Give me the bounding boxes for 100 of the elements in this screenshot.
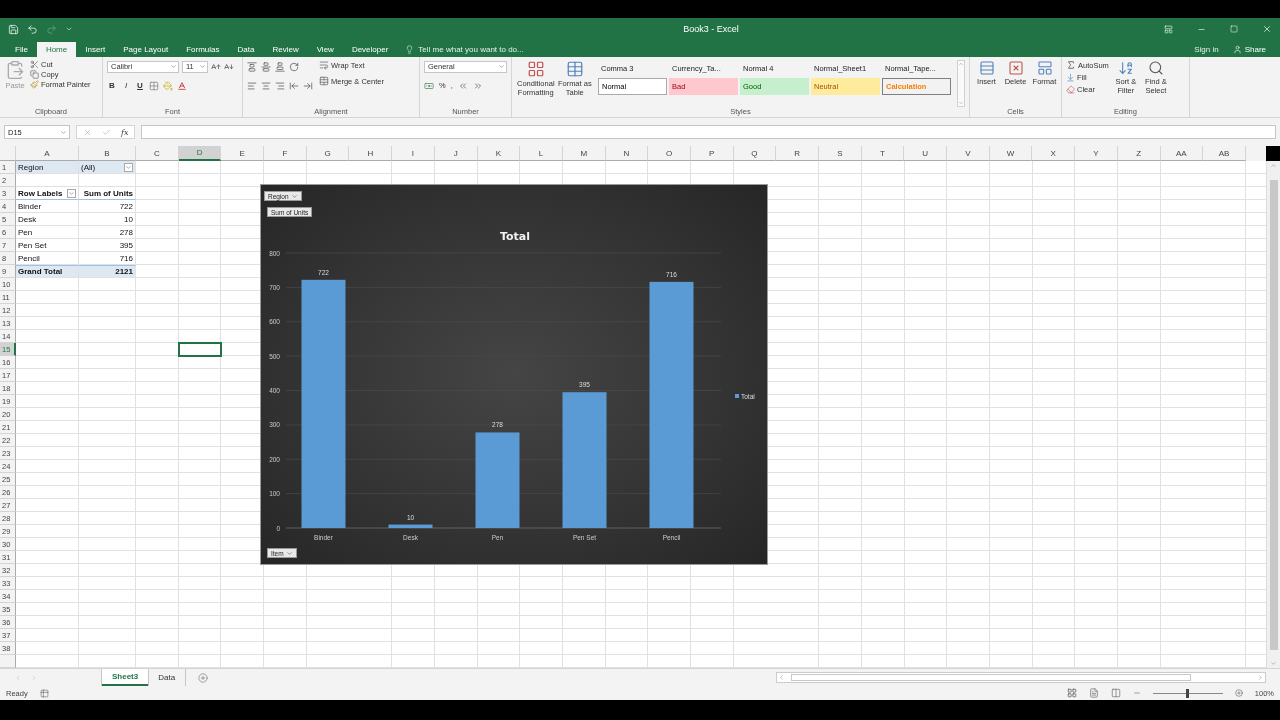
normal-view-icon[interactable] xyxy=(1066,688,1077,698)
scissors-icon xyxy=(30,60,39,69)
font-color-icon[interactable] xyxy=(177,80,187,91)
page-break-icon[interactable] xyxy=(1110,688,1121,698)
customize-icon[interactable] xyxy=(65,25,73,33)
ribbon-options-icon[interactable] xyxy=(1164,24,1173,34)
column-header[interactable]: D xyxy=(178,146,222,161)
scroll-up-icon[interactable] xyxy=(1270,162,1277,169)
close-icon[interactable] xyxy=(1262,24,1272,34)
ribbon-tab[interactable]: Review xyxy=(263,42,308,57)
table-cell: 278 xyxy=(79,226,136,239)
ribbon-tab[interactable]: Page Layout xyxy=(114,42,178,57)
horizontal-scrollbar[interactable] xyxy=(776,672,1266,683)
italic-button[interactable]: I xyxy=(121,81,131,90)
align-center-icon[interactable] xyxy=(261,80,271,91)
undo-icon[interactable] xyxy=(27,23,38,35)
row-header[interactable] xyxy=(0,655,16,668)
table-cell: Sum of Units xyxy=(79,187,136,200)
chart-bar[interactable] xyxy=(301,279,346,528)
chart-bar[interactable] xyxy=(562,392,607,528)
decrease-indent-icon[interactable] xyxy=(289,80,299,91)
scroll-left-icon xyxy=(778,674,785,681)
format-cells-icon xyxy=(1036,60,1053,76)
increase-decimal-icon[interactable] xyxy=(457,80,468,91)
underline-button[interactable]: U xyxy=(135,81,145,90)
bold-button[interactable]: B xyxy=(107,81,117,90)
caret-icon xyxy=(125,163,132,171)
cell-text: (All) xyxy=(81,162,96,172)
sheet-tab[interactable]: Sheet3 xyxy=(102,669,149,686)
paintbrush-icon xyxy=(30,80,39,89)
conditional-format-icon xyxy=(526,60,545,78)
clipboard-icon xyxy=(5,60,25,80)
ribbon-tab[interactable]: Insert xyxy=(76,42,115,57)
more-styles-icon xyxy=(957,100,964,106)
redo-icon[interactable] xyxy=(46,23,57,35)
align-right-icon[interactable] xyxy=(275,80,285,91)
sort-icon xyxy=(1117,60,1134,76)
maximize-icon[interactable] xyxy=(1230,25,1238,33)
scroll-down-icon[interactable] xyxy=(1270,660,1277,667)
align-left-icon[interactable] xyxy=(247,80,257,91)
share-button[interactable]: Share xyxy=(1228,42,1280,57)
borders-icon[interactable] xyxy=(149,80,159,91)
ribbon-tab[interactable]: Developer xyxy=(342,42,398,57)
user-icon xyxy=(1232,45,1242,54)
shrink-font-icon[interactable] xyxy=(224,61,234,72)
enter-icon[interactable] xyxy=(102,127,111,137)
ribbon-tab[interactable]: View xyxy=(307,42,343,57)
fill-color-icon[interactable] xyxy=(163,80,173,91)
caret-icon xyxy=(290,192,298,200)
caret-icon xyxy=(68,189,75,197)
new-sheet-icon[interactable] xyxy=(198,672,209,683)
cancel-icon[interactable] xyxy=(83,127,92,137)
increase-indent-icon[interactable] xyxy=(303,80,313,91)
ribbon-tab[interactable]: File xyxy=(6,42,37,57)
selected-cell[interactable] xyxy=(178,343,222,356)
insert-cells-icon xyxy=(978,60,995,76)
filter-dropdown[interactable] xyxy=(124,162,133,172)
sign-in-link[interactable]: Sign in xyxy=(1194,42,1219,57)
ribbon-tab[interactable]: Data xyxy=(228,42,264,57)
sigma-icon xyxy=(1066,60,1076,70)
zoom-out-icon[interactable] xyxy=(1132,689,1141,697)
search-icon xyxy=(1147,60,1164,76)
save-icon[interactable] xyxy=(8,23,19,35)
page-layout-icon[interactable] xyxy=(1088,688,1099,698)
cell-text: Row Labels xyxy=(18,188,63,198)
table-cell: Pen xyxy=(16,226,79,239)
align-top-icon[interactable] xyxy=(247,61,257,72)
filter-dropdown[interactable] xyxy=(67,188,76,198)
lightbulb-icon xyxy=(405,45,415,54)
ribbon-tab[interactable]: Formulas xyxy=(177,42,229,57)
insert-function-button[interactable]: fx xyxy=(121,127,129,137)
ribbon-tab[interactable]: Home xyxy=(36,42,77,57)
gallery-scroll[interactable] xyxy=(956,60,965,107)
grow-font-icon[interactable] xyxy=(211,61,221,72)
align-bottom-icon[interactable] xyxy=(275,61,285,72)
chart-bar[interactable] xyxy=(649,281,694,528)
formula-input[interactable] xyxy=(141,125,1276,139)
caret-icon xyxy=(170,63,177,70)
scroll-up-icon xyxy=(957,61,964,67)
previous-sheet-icon[interactable] xyxy=(14,673,22,682)
vertical-scrollbar[interactable] xyxy=(1266,161,1280,668)
align-middle-icon[interactable] xyxy=(261,61,271,72)
zoom-slider-thumb[interactable] xyxy=(1186,688,1190,698)
chart-bar[interactable] xyxy=(475,432,520,528)
eraser-icon xyxy=(1066,85,1075,94)
chart-bar[interactable] xyxy=(388,524,433,528)
caret-icon xyxy=(199,63,206,70)
copy-icon xyxy=(30,70,39,79)
delete-cells-icon xyxy=(1007,60,1024,76)
table-cell: Desk xyxy=(16,213,79,226)
table-cell: Binder xyxy=(16,200,79,213)
zoom-in-icon[interactable] xyxy=(1234,689,1243,697)
orientation-icon[interactable] xyxy=(289,61,299,72)
caret-icon xyxy=(60,128,67,136)
next-sheet-icon[interactable] xyxy=(30,673,38,682)
caret-icon xyxy=(498,63,505,70)
table-icon xyxy=(565,60,584,78)
tell-me-field[interactable]: Tell me what you want to do... xyxy=(405,42,524,57)
decrease-decimal-icon[interactable] xyxy=(472,80,483,91)
currency-icon[interactable] xyxy=(424,80,434,91)
